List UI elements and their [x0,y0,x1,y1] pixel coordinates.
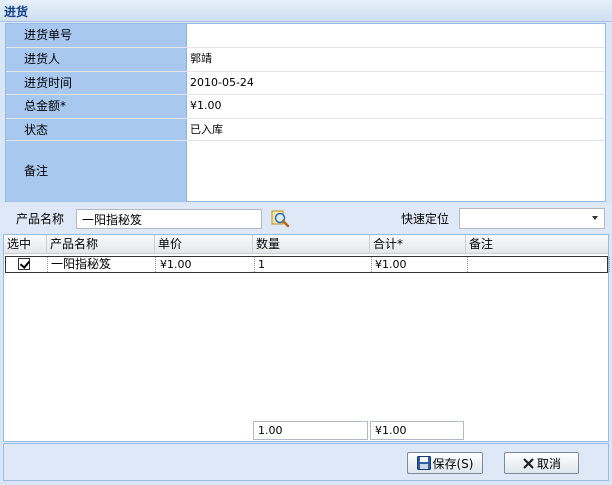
summary-total: ¥1.00 [370,421,464,440]
grid-header: 选中 产品名称 单价 数量 合计* 备注 [4,235,608,254]
col-header-product-name[interactable]: 产品名称 [47,235,155,253]
row-unit-price[interactable]: ¥1.00 [157,257,255,272]
dialog-footer: 保存(S) 取消 [3,443,609,481]
quick-locate-select[interactable] [459,208,605,229]
row-select-cell[interactable] [5,257,48,272]
window-title: 进货 [4,5,29,19]
col-header-selected[interactable]: 选中 [4,235,47,253]
save-button[interactable]: 保存(S) [407,452,483,474]
form-label-remarks: 备注 [6,141,187,202]
chevron-down-icon[interactable] [592,216,598,220]
form-label-purchaser: 进货人 [6,48,187,71]
cancel-button-label: 取消 [536,456,561,471]
col-header-quantity[interactable]: 数量 [253,235,370,253]
form-row-status: 状态 已入库 [6,119,605,141]
floppy-disk-icon [416,456,431,470]
purchaser-value[interactable]: 郭靖 [190,48,212,70]
row-product-name[interactable]: 一阳指秘笈 [48,257,156,272]
product-grid: 选中 产品名称 单价 数量 合计* 备注 一阳指秘笈 ¥1.00 1 ¥1.00… [3,234,610,442]
col-header-unit-price[interactable]: 单价 [155,235,253,253]
quick-locate-label: 快速定位 [401,212,450,226]
summary-quantity: 1.00 [253,421,368,440]
status-value[interactable]: 已入库 [190,119,223,141]
form-row-total-amount: 总金额* ¥1.00 [6,95,605,119]
product-name-input[interactable] [76,209,262,229]
row-total[interactable]: ¥1.00 [372,257,468,272]
window-titlebar: 进货 [0,0,612,22]
table-row[interactable]: 一阳指秘笈 ¥1.00 1 ¥1.00 [5,256,610,273]
cancel-button[interactable]: 取消 [504,452,579,474]
purchase-form: 进货单号 进货人 郭靖 进货时间 2010-05-24 总金额* ¥1.00 状… [5,23,606,202]
close-icon [523,457,534,469]
col-header-total[interactable]: 合计* [370,235,466,253]
form-row-purchaser: 进货人 郭靖 [6,48,605,72]
row-quantity[interactable]: 1 [255,257,372,272]
save-button-label: 保存(S) [432,456,474,471]
search-icon[interactable] [271,210,291,228]
form-row-purchase-time: 进货时间 2010-05-24 [6,72,605,95]
row-checkbox[interactable] [18,258,30,270]
form-row-remarks: 备注 [6,141,605,202]
total-amount-value[interactable]: ¥1.00 [190,95,222,117]
form-label-status: 状态 [6,119,187,140]
form-row-order-number: 进货单号 [6,24,605,48]
form-label-total-amount: 总金额* [6,95,187,118]
form-label-purchase-time: 进货时间 [6,72,187,94]
row-remarks[interactable] [468,257,610,272]
purchase-time-value[interactable]: 2010-05-24 [190,72,254,94]
product-name-label: 产品名称 [16,212,65,226]
product-search-bar: 产品名称 快速定位 [0,203,612,233]
col-header-remarks[interactable]: 备注 [466,235,608,253]
form-label-order-number: 进货单号 [6,24,187,47]
